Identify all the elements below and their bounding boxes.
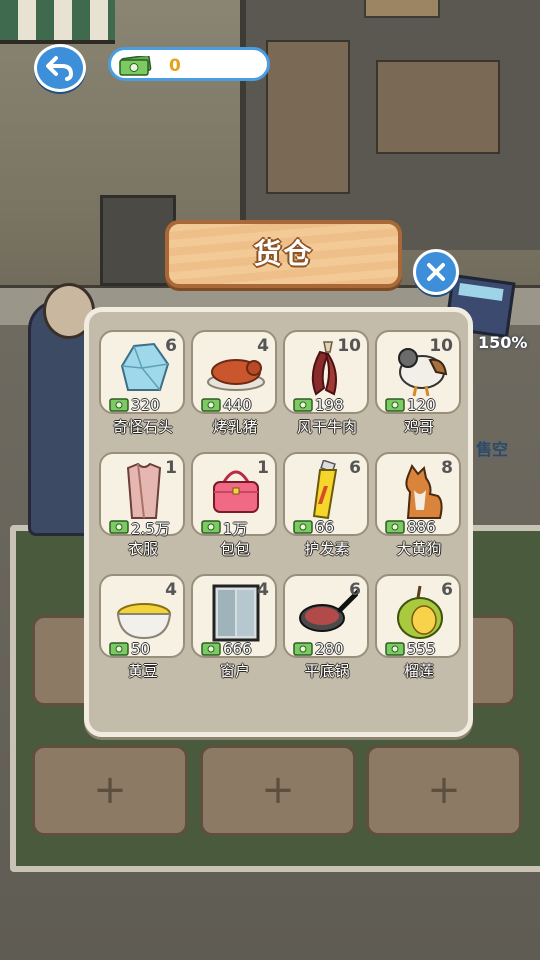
warehouse-item-card[interactable]: 6 555 榴莲 <box>375 574 463 680</box>
item-price-value: 555 <box>407 640 436 658</box>
cash-icon <box>109 642 129 656</box>
back-button[interactable] <box>34 44 86 92</box>
item-count: 1 <box>257 458 269 478</box>
cash-icon <box>293 520 313 534</box>
item-name: 榴莲 <box>403 662 434 680</box>
cash-icon <box>201 642 221 656</box>
display-slot[interactable]: + <box>200 745 356 836</box>
warehouse-item-card[interactable]: 10 198 风干牛肉 <box>283 330 371 436</box>
item-count: 6 <box>349 458 361 478</box>
item-count: 8 <box>441 458 453 478</box>
item-count: 4 <box>257 336 269 356</box>
display-slot[interactable]: + <box>32 745 188 836</box>
item-price-value: 120 <box>407 396 436 414</box>
cash-icon <box>293 398 313 412</box>
cash-icon <box>293 642 313 656</box>
item-price-value: 2.5万 <box>131 520 170 538</box>
warehouse-item-card[interactable]: 4 666 窗户 <box>191 574 279 680</box>
item-tile[interactable]: 1 1万 <box>191 452 277 538</box>
item-count: 10 <box>429 336 453 356</box>
cash-icon <box>201 520 221 534</box>
close-button[interactable] <box>413 249 459 295</box>
item-count: 6 <box>165 336 177 356</box>
storefront <box>240 0 540 250</box>
add-slot-icon: + <box>93 767 127 813</box>
item-tile[interactable]: 4 440 <box>191 330 277 414</box>
awning <box>0 0 115 44</box>
item-tile[interactable]: 6 320 <box>99 330 185 414</box>
warehouse-item-card[interactable]: 10 120 鸡哥 <box>375 330 463 436</box>
warehouse-item-card[interactable]: 1 1万包包 <box>191 452 279 558</box>
item-price-value: 886 <box>407 518 436 536</box>
cash-icon <box>385 398 405 412</box>
item-name: 烤乳猪 <box>212 418 258 436</box>
item-tile[interactable]: 4 50 <box>99 574 185 658</box>
cash-icon <box>385 642 405 656</box>
item-name: 平底锅 <box>304 662 350 680</box>
item-name: 黄豆 <box>127 662 158 680</box>
item-price-value: 666 <box>223 640 252 658</box>
item-price-value: 66 <box>315 518 335 536</box>
item-tile[interactable]: 1 2.5万 <box>99 452 185 538</box>
cash-icon <box>385 520 405 534</box>
item-count: 6 <box>349 580 361 600</box>
item-name: 风干牛肉 <box>296 418 357 436</box>
warehouse-title-banner: 货仓 <box>165 220 402 288</box>
store-sign <box>364 0 440 18</box>
item-count: 4 <box>257 580 269 600</box>
item-name: 奇怪石头 <box>112 418 173 436</box>
add-slot-icon: + <box>261 767 295 813</box>
warehouse-panel: 6 320 奇怪石头 4 440 烤乳猪 10 198 风干牛肉 10 120 鸡哥 1 2.5万 衣服 1 1… <box>84 307 473 737</box>
item-name: 护发素 <box>304 540 350 558</box>
item-count: 10 <box>337 336 361 356</box>
cash-icon <box>201 398 221 412</box>
item-tile[interactable]: 6 555 <box>375 574 461 658</box>
add-slot-icon: + <box>427 767 461 813</box>
cash-icon <box>109 520 129 534</box>
item-price-value: 198 <box>315 396 344 414</box>
warehouse-item-card[interactable]: 8 886 大黄狗 <box>375 452 463 558</box>
clothes-rack <box>266 40 350 194</box>
warehouse-item-card[interactable]: 4 50 黄豆 <box>99 574 187 680</box>
item-name: 包包 <box>219 540 250 558</box>
warehouse-title: 货仓 <box>253 237 314 270</box>
percent-label: 150% <box>478 333 528 352</box>
display-slot[interactable]: + <box>366 745 522 836</box>
warehouse-item-card[interactable]: 4 440 烤乳猪 <box>191 330 279 436</box>
item-tile[interactable]: 4 666 <box>191 574 277 658</box>
shelf <box>376 60 500 154</box>
warehouse-item-card[interactable]: 6 66 护发素 <box>283 452 371 558</box>
item-price-value: 50 <box>131 640 151 658</box>
item-tile[interactable]: 6 280 <box>283 574 369 658</box>
item-tile[interactable]: 10 120 <box>375 330 461 414</box>
item-price-value: 280 <box>315 640 344 658</box>
close-icon <box>427 263 445 281</box>
item-name: 窗户 <box>219 662 250 680</box>
cash-icon <box>119 56 152 76</box>
item-count: 4 <box>165 580 177 600</box>
item-name: 衣服 <box>127 540 158 558</box>
back-arrow-icon <box>46 56 74 81</box>
item-name: 大黄狗 <box>396 540 442 558</box>
item-price-value: 1万 <box>223 520 248 538</box>
item-count: 1 <box>165 458 177 478</box>
warehouse-item-card[interactable]: 6 280 平底锅 <box>283 574 371 680</box>
item-tile[interactable]: 8 886 <box>375 452 461 536</box>
money-counter: 0 <box>108 47 270 81</box>
item-name: 鸡哥 <box>403 418 434 436</box>
item-count: 6 <box>441 580 453 600</box>
money-value: 0 <box>169 56 181 76</box>
cash-icon <box>109 398 129 412</box>
item-tile[interactable]: 10 198 <box>283 330 369 414</box>
warehouse-item-card[interactable]: 1 2.5万衣服 <box>99 452 187 558</box>
sold-out-label: 售空 <box>476 440 509 459</box>
item-price-value: 440 <box>223 396 252 414</box>
item-tile[interactable]: 6 66 <box>283 452 369 536</box>
warehouse-item-card[interactable]: 6 320 奇怪石头 <box>99 330 187 436</box>
item-price-value: 320 <box>131 396 160 414</box>
